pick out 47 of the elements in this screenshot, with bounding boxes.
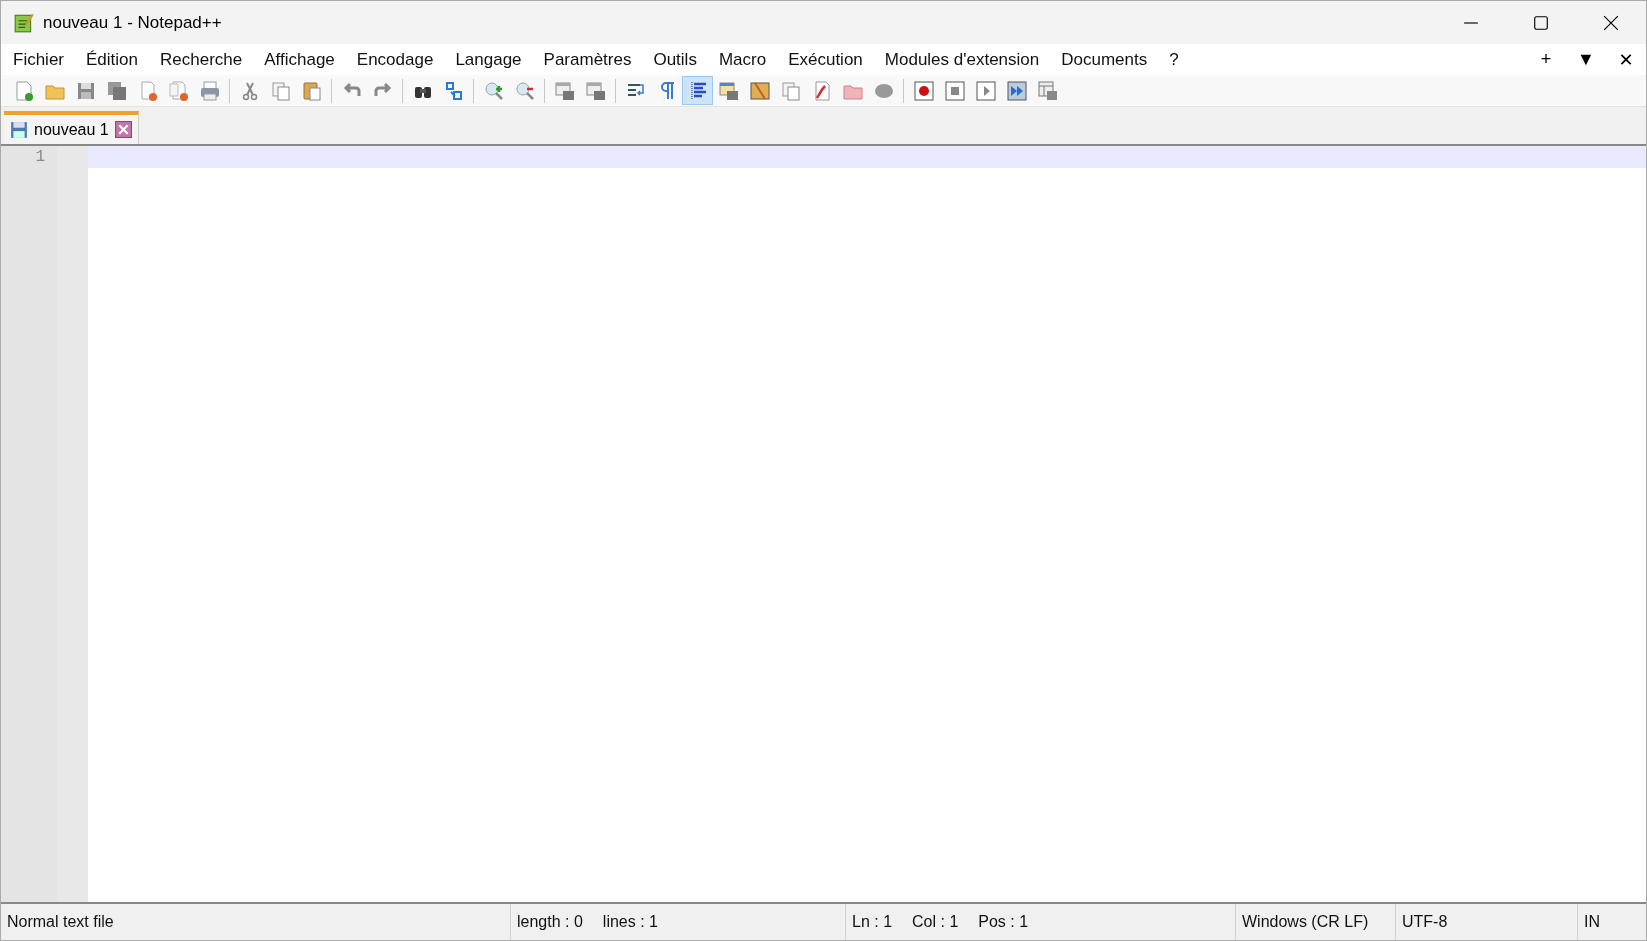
save-all-icon[interactable] bbox=[105, 79, 128, 102]
menu-control[interactable]: ✕ bbox=[1616, 48, 1636, 71]
paste-icon[interactable] bbox=[300, 79, 323, 102]
menu-item[interactable]: Paramètres bbox=[532, 49, 643, 70]
menu-item[interactable]: Macro bbox=[707, 49, 778, 70]
save-icon bbox=[10, 120, 28, 139]
menu-item[interactable]: Modules d'extension bbox=[873, 49, 1051, 70]
menu-item[interactable]: Documents bbox=[1050, 49, 1159, 70]
app-icon bbox=[13, 11, 35, 34]
status-text: Ln : 1 bbox=[852, 913, 893, 931]
menu-item[interactable]: ? bbox=[1158, 49, 1190, 70]
menu-item[interactable]: Exécution bbox=[777, 49, 874, 70]
pages-icon[interactable] bbox=[779, 79, 802, 102]
menu-item[interactable]: Recherche bbox=[149, 49, 254, 70]
menu-item[interactable]: Affichage bbox=[253, 49, 346, 70]
menu-control[interactable]: ▼ bbox=[1576, 48, 1596, 71]
status-text: Col : 1 bbox=[912, 913, 959, 931]
menu-item[interactable]: Fichier bbox=[1, 49, 75, 70]
status-text: lines : 1 bbox=[602, 913, 658, 931]
status-text: Windows (CR LF) bbox=[1242, 913, 1369, 931]
status-text: IN bbox=[1584, 913, 1600, 931]
menu-control[interactable]: + bbox=[1536, 48, 1556, 71]
status-text: UTF-8 bbox=[1402, 913, 1448, 931]
stop-icon[interactable] bbox=[943, 79, 966, 102]
window-icon[interactable] bbox=[584, 79, 607, 102]
menu-item[interactable]: Langage bbox=[444, 49, 533, 70]
close-icon[interactable] bbox=[114, 121, 132, 138]
status-text: length : 0 bbox=[517, 913, 583, 931]
menu-item[interactable]: Outils bbox=[642, 49, 708, 70]
status-text: Normal text file bbox=[7, 913, 114, 931]
menu-item[interactable]: Encodage bbox=[345, 49, 445, 70]
map-icon[interactable] bbox=[748, 79, 771, 102]
zoom-out-icon[interactable] bbox=[513, 79, 536, 102]
status-text: Pos : 1 bbox=[978, 913, 1029, 931]
copy-icon[interactable] bbox=[269, 79, 292, 102]
line-number: 1 bbox=[35, 147, 45, 168]
document-tab[interactable]: nouveau 1 bbox=[4, 111, 139, 144]
window-icon[interactable] bbox=[553, 79, 576, 102]
print-icon[interactable] bbox=[198, 79, 221, 102]
window-title: nouveau 1 - Notepad++ bbox=[43, 12, 222, 33]
fast-forward-icon[interactable] bbox=[1005, 79, 1028, 102]
close-all-icon[interactable] bbox=[167, 79, 190, 102]
zoom-in-icon[interactable] bbox=[482, 79, 505, 102]
record-icon[interactable] bbox=[912, 79, 935, 102]
window-icon[interactable] bbox=[717, 79, 740, 102]
menu-item[interactable]: Édition bbox=[75, 49, 149, 70]
play-icon[interactable] bbox=[974, 79, 997, 102]
